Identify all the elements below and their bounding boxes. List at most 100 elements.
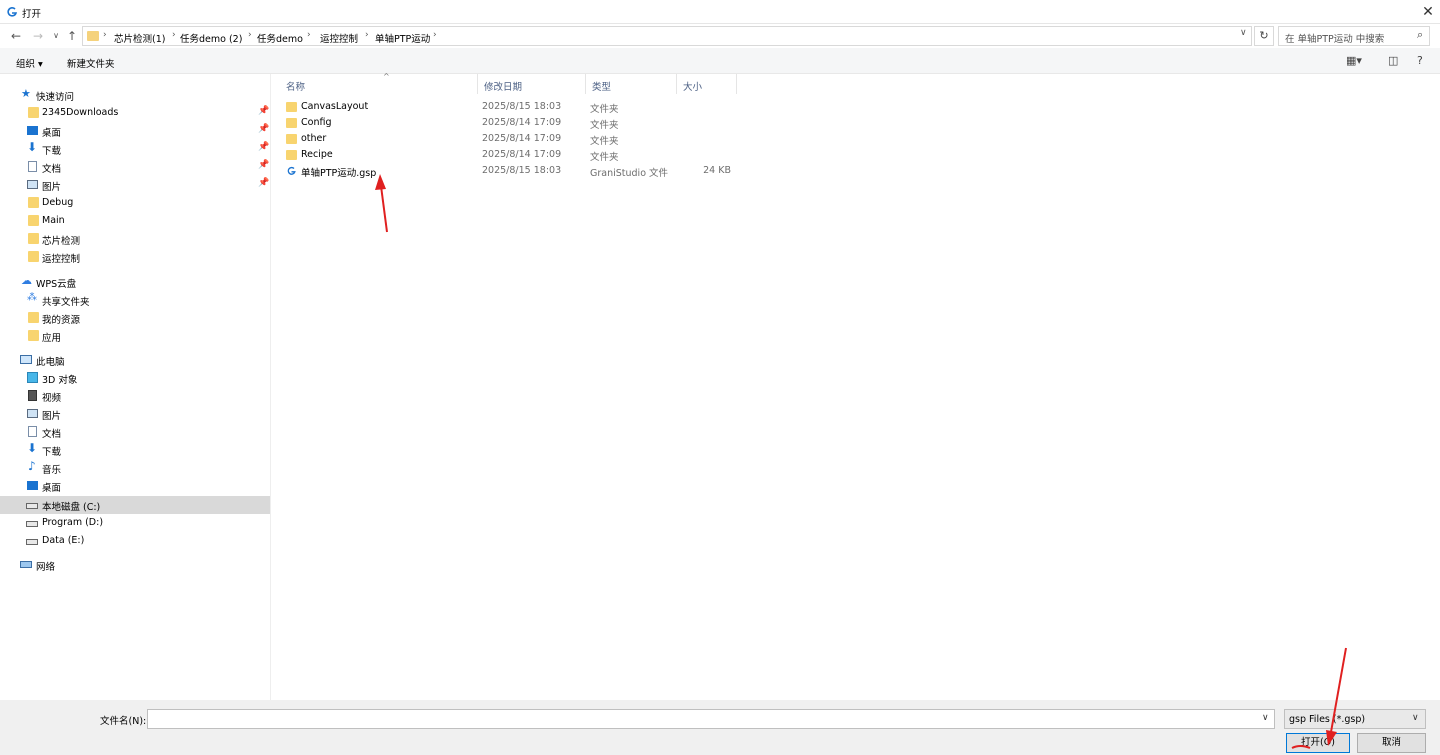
title-bar: 打开 ✕ [0,0,1440,24]
up-arrow-icon[interactable]: ↑ [64,28,80,44]
breadcrumb-item[interactable]: 运控控制 [320,31,358,45]
nav-item-drive-e[interactable]: Data (E:) [0,532,270,550]
file-date: 2025/8/15 18:03 [482,101,562,112]
back-arrow-icon[interactable]: ← [8,28,24,44]
nav-item-documents-pc[interactable]: 文档 [0,423,270,441]
nav-item-debug[interactable]: Debug [0,194,270,212]
chevron-right-icon[interactable]: › [433,30,437,40]
nav-label: 快速访问 [36,92,75,103]
nav-quick-access[interactable]: ★ 快速访问 [0,86,270,104]
file-type: GraniStudio 文件 [590,168,669,179]
chevron-down-icon[interactable]: ∨ [1412,713,1419,723]
nav-item-pictures[interactable]: 图片 📌 [0,176,270,194]
file-row[interactable]: Recipe 2025/8/14 17:09 文件夹 [282,147,752,163]
pin-icon[interactable]: 📌 [258,124,269,134]
file-row[interactable]: other 2025/8/14 17:09 文件夹 [282,131,752,147]
nav-item-shared-folder[interactable]: ⁂ 共享文件夹 [0,291,270,309]
column-header-date[interactable]: 修改日期 [478,74,586,94]
search-input[interactable]: 在 单轴PTP运动 中搜索 ⌕ [1278,26,1430,46]
chevron-right-icon[interactable]: › [365,30,369,40]
cube-icon [27,372,38,383]
chevron-right-icon[interactable]: › [103,30,107,40]
star-icon: ★ [21,87,31,100]
nav-item-motion-control[interactable]: 运控控制 [0,248,270,266]
nav-item-drive-c[interactable]: 本地磁盘 (C:) [0,496,270,514]
nav-item-music[interactable]: ♪ 音乐 [0,459,270,477]
chevron-down-icon[interactable]: ∨ [1262,713,1269,723]
forward-arrow-icon[interactable]: → [30,28,46,44]
nav-label: 应用 [42,333,62,344]
chevron-right-icon[interactable]: › [307,30,311,40]
nav-item-desktop-pc[interactable]: 桌面 [0,477,270,495]
pin-icon[interactable]: 📌 [258,142,269,152]
command-bar: 组织 ▾ 新建文件夹 ▦▾ ◫ ? [0,48,1440,74]
file-type: 文件夹 [590,104,619,115]
nav-item-downloads-pc[interactable]: ⬇ 下载 [0,441,270,459]
file-type: 文件夹 [590,120,619,131]
folder-icon [28,197,39,208]
breadcrumb-item[interactable]: 单轴PTP运动 [375,31,430,45]
open-button[interactable]: 打开(O) [1286,733,1350,753]
pin-icon[interactable]: 📌 [258,106,269,116]
download-icon: ⬇ [27,441,38,455]
preview-pane-icon[interactable]: ◫ [1388,54,1398,67]
nav-item-pictures-pc[interactable]: 图片 [0,405,270,423]
nav-network[interactable]: 网络 [0,556,270,574]
address-dropdown-icon[interactable]: ∨ [1240,28,1247,38]
file-row[interactable]: Config 2025/8/14 17:09 文件夹 [282,115,752,131]
search-icon[interactable]: ⌕ [1417,28,1423,42]
nav-item-apps[interactable]: 应用 [0,327,270,345]
nav-label: 芯片检测 [42,236,81,247]
pin-icon[interactable]: 📌 [258,160,269,170]
column-header-type[interactable]: 类型 [586,74,677,94]
refresh-icon[interactable]: ↻ [1254,26,1274,46]
organize-button[interactable]: 组织 ▾ [16,56,43,70]
nav-label: WPS云盘 [36,279,77,290]
file-row[interactable]: 单轴PTP运动.gsp 2025/8/15 18:03 GraniStudio … [282,163,752,179]
column-header-size[interactable]: 大小 [677,74,737,94]
column-header-name[interactable]: 名称 ^ [280,72,478,94]
folder-icon [28,312,39,323]
cloud-icon: ☁ [21,274,32,287]
file-type-value: gsp Files (*.gsp) [1289,714,1366,725]
nav-item-2345downloads[interactable]: 2345Downloads 📌 [0,104,270,122]
nav-item-main[interactable]: Main [0,212,270,230]
nav-item-chip-detect[interactable]: 芯片检测 [0,230,270,248]
share-icon: ⁂ [27,292,37,303]
pin-icon[interactable]: 📌 [258,178,269,188]
file-type-select[interactable]: gsp Files (*.gsp) ∨ [1284,709,1426,729]
nav-item-videos[interactable]: 视频 [0,387,270,405]
computer-icon [20,355,32,364]
file-row[interactable]: CanvasLayout 2025/8/15 18:03 文件夹 [282,99,752,115]
breadcrumb-item[interactable]: 芯片检测(1) [114,31,165,45]
cancel-button[interactable]: 取消 [1357,733,1426,753]
nav-label: Debug [42,197,74,208]
filename-input[interactable]: ∨ [147,709,1275,729]
search-placeholder: 在 单轴PTP运动 中搜索 [1285,34,1385,45]
nav-item-3d-objects[interactable]: 3D 对象 [0,369,270,387]
nav-item-downloads[interactable]: ⬇ 下载 📌 [0,140,270,158]
nav-label: 本地磁盘 (C:) [42,502,101,513]
nav-label: 下载 [42,146,62,157]
nav-label: 共享文件夹 [42,297,90,308]
nav-item-desktop[interactable]: 桌面 📌 [0,122,270,140]
nav-item-my-resources[interactable]: 我的资源 [0,309,270,327]
nav-item-drive-d[interactable]: Program (D:) [0,514,270,532]
navigation-pane: ★ 快速访问 2345Downloads 📌 桌面 📌 ⬇ 下载 📌 文档 📌 … [0,74,271,700]
file-name: Recipe [301,149,333,160]
breadcrumb-item[interactable]: 任务demo (2) [180,31,242,45]
nav-this-pc[interactable]: 此电脑 [0,351,270,369]
chevron-right-icon[interactable]: › [248,30,252,40]
nav-wps-cloud[interactable]: ☁ WPS云盘 [0,273,270,291]
view-options-icon[interactable]: ▦▾ [1346,54,1362,67]
recent-chevron-icon[interactable]: ∨ [48,28,64,44]
chevron-right-icon[interactable]: › [172,30,176,40]
help-icon[interactable]: ? [1417,54,1423,67]
new-folder-button[interactable]: 新建文件夹 [67,56,115,70]
drive-icon [26,503,38,509]
folder-icon [87,31,99,41]
nav-item-documents[interactable]: 文档 📌 [0,158,270,176]
breadcrumb-item[interactable]: 任务demo [257,31,303,45]
address-bar[interactable]: › 芯片检测(1) › 任务demo (2) › 任务demo › 运控控制 ›… [82,26,1252,46]
close-icon[interactable]: ✕ [1416,0,1440,24]
